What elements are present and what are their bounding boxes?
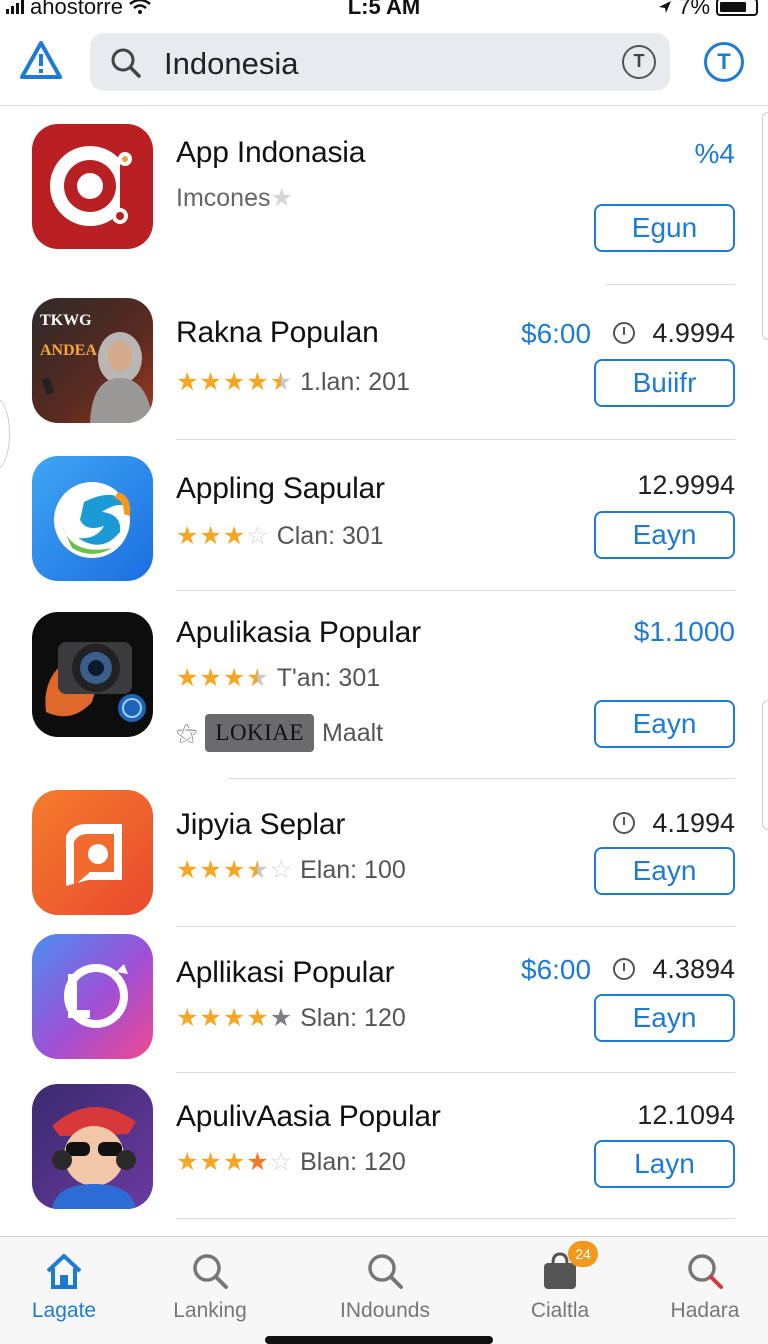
clear-search-icon[interactable]: T	[622, 45, 656, 79]
timer-icon[interactable]: T	[704, 42, 744, 82]
rating-row: ★ ★ ★ ★ ☆ Blan: 120	[176, 1148, 406, 1177]
tab-label: Lagate	[31, 1299, 97, 1322]
price-label: $6:00	[521, 318, 592, 349]
score-label: 4.9994	[652, 318, 735, 348]
price-label: $6:00	[521, 954, 592, 985]
tag-suffix: Maalt	[321, 718, 384, 747]
search-input[interactable]: Indonesia T	[90, 33, 670, 91]
get-button[interactable]: Egun	[594, 204, 735, 252]
sunglasses-character-icon[interactable]	[32, 1084, 153, 1209]
red-ring-logo-icon[interactable]	[32, 124, 153, 249]
star-rating: ★ ★ ★ ☆	[176, 522, 269, 550]
rating-row: ★ ★ ★ ★ ☆ Elan: 100	[176, 856, 406, 885]
get-button[interactable]: Layn	[594, 1140, 735, 1188]
tab-bar: Lagate Lanking INdounds 24 Cialtla Hadar…	[0, 1236, 768, 1344]
notification-badge: 24	[568, 1241, 598, 1267]
search-icon	[688, 1254, 723, 1289]
get-button[interactable]: Eayn	[594, 511, 735, 559]
tab-label: Hadara	[670, 1299, 740, 1322]
app-subtitle: Imcones ★	[176, 184, 293, 213]
clock-icon	[613, 812, 635, 834]
clock-icon	[613, 958, 635, 980]
list-item[interactable]: TKWG ANDEA Rakna Populan ★ ★ ★ ★ ★ 1.lan: 20…	[0, 286, 768, 440]
battery-info: 7%	[658, 0, 758, 20]
app-name[interactable]: Jipyia Seplar	[176, 808, 345, 842]
location-arrow-icon	[659, 1, 672, 13]
tab-hadara[interactable]: Hadara	[645, 1237, 765, 1344]
list-item[interactable]: Apllikasi Popular ★ ★ ★ ★ ★ Slan: 120 $6:00 …	[0, 926, 768, 1073]
tab-lanking[interactable]: Lanking	[150, 1237, 270, 1344]
app-subtitle-text: Imcones	[176, 184, 271, 212]
list-item[interactable]: Appling Sapular ★ ★ ★ ☆ Clan: 301 12.9994 E…	[0, 440, 768, 591]
home-indicator[interactable]	[265, 1336, 493, 1344]
tag-row: ⚝ LOKIAE Maalt	[176, 714, 383, 752]
star-rating: ★ ★ ★ ★ ☆	[176, 856, 293, 884]
app-name[interactable]: Rakna Populan	[176, 316, 379, 350]
tab-lagate[interactable]: Lagate	[4, 1237, 124, 1344]
icon-caption: ANDEA	[40, 342, 97, 359]
list-item[interactable]: Jipyia Seplar ★ ★ ★ ★ ☆ Elan: 100 4.1994 Eay…	[0, 778, 768, 927]
battery-icon	[716, 0, 758, 16]
rating-row: ★ ★ ★ ☆ Clan: 301	[176, 522, 384, 551]
icon-caption: TKWG	[40, 312, 92, 329]
tab-indounds[interactable]: INdounds	[325, 1237, 445, 1344]
app-name[interactable]: Appling Sapular	[176, 472, 385, 506]
score-label: 12.1094	[637, 1100, 735, 1130]
search-icon	[368, 1254, 403, 1289]
get-button[interactable]: Eayn	[594, 700, 735, 748]
rating-count: Elan: 100	[300, 856, 406, 884]
rating-count: 1.lan: 201	[300, 368, 410, 396]
star-rating: ★ ★ ★ ★ ☆	[176, 1148, 293, 1176]
list-item[interactable]: Apulikasia Popular ★ ★ ★ ★ T'an: 301 ⚝ LOKI…	[0, 590, 768, 779]
tag-label[interactable]: LOKIAE	[205, 714, 314, 752]
gradient-lo-logo-icon[interactable]	[32, 934, 153, 1059]
tab-label: INdounds	[340, 1299, 430, 1322]
get-button[interactable]: Eayn	[594, 994, 735, 1042]
app-name[interactable]: Apulikasia Popular	[176, 616, 421, 650]
clock-icon	[613, 322, 635, 344]
orange-document-icon[interactable]	[32, 790, 153, 915]
search-header: Indonesia T T	[0, 22, 768, 106]
list-item[interactable]: ApulivAasia Popular ★ ★ ★ ★ ☆ Blan: 120 12.1…	[0, 1072, 768, 1219]
get-button[interactable]: Eayn	[594, 847, 735, 895]
tab-label: Cialtla	[530, 1299, 590, 1322]
search-icon	[193, 1254, 228, 1289]
star-icon: ★	[270, 184, 293, 212]
status-time: L:5 AM	[347, 0, 421, 19]
rating-row: ★ ★ ★ ★ ★ 1.lan: 201	[176, 368, 410, 397]
search-query[interactable]: Indonesia	[164, 46, 298, 82]
divider	[606, 284, 735, 285]
blue-swirl-logo-icon[interactable]	[32, 456, 153, 581]
score-label: 4.3894	[652, 954, 735, 984]
tab-cialtla[interactable]: 24 Cialtla	[500, 1237, 620, 1344]
price-label: %4	[694, 138, 735, 169]
presenter-woman-icon[interactable]: TKWG ANDEA	[32, 298, 153, 423]
rating-row: ★ ★ ★ ★ ★ Slan: 120	[176, 1004, 406, 1033]
app-name[interactable]: App Indonasia	[176, 136, 365, 170]
rating-count: T'an: 301	[276, 664, 381, 692]
price-label: $1.1000	[633, 616, 735, 647]
tab-label: Lanking	[173, 1299, 247, 1322]
app-name[interactable]: ApulivAasia Popular	[176, 1100, 441, 1134]
camera-hand-icon[interactable]	[32, 612, 153, 737]
rating-count: Slan: 120	[300, 1004, 406, 1032]
score-label: 4.1994	[652, 808, 735, 838]
rating-count: Clan: 301	[276, 522, 384, 550]
status-bar: ahostorre L:5 AM 7%	[0, 0, 768, 22]
share-icon[interactable]: ⚝	[176, 720, 197, 746]
star-rating: ★ ★ ★ ★ ★	[176, 368, 293, 396]
get-button[interactable]: Buiifr	[594, 359, 735, 407]
list-item[interactable]: App Indonasia Imcones ★ %4 Egun	[0, 106, 768, 286]
app-name[interactable]: Apllikasi Popular	[176, 956, 395, 990]
battery-percent: 7%	[678, 0, 710, 19]
star-rating: ★ ★ ★ ★	[176, 664, 269, 692]
star-rating: ★ ★ ★ ★ ★	[176, 1004, 293, 1032]
rating-row: ★ ★ ★ ★ T'an: 301	[176, 664, 380, 693]
divider	[176, 1218, 735, 1219]
rating-count: Blan: 120	[300, 1148, 406, 1176]
search-icon	[111, 48, 141, 78]
score-label: 12.9994	[637, 470, 735, 500]
home-icon	[46, 1254, 82, 1289]
warning-icon[interactable]	[20, 40, 62, 80]
